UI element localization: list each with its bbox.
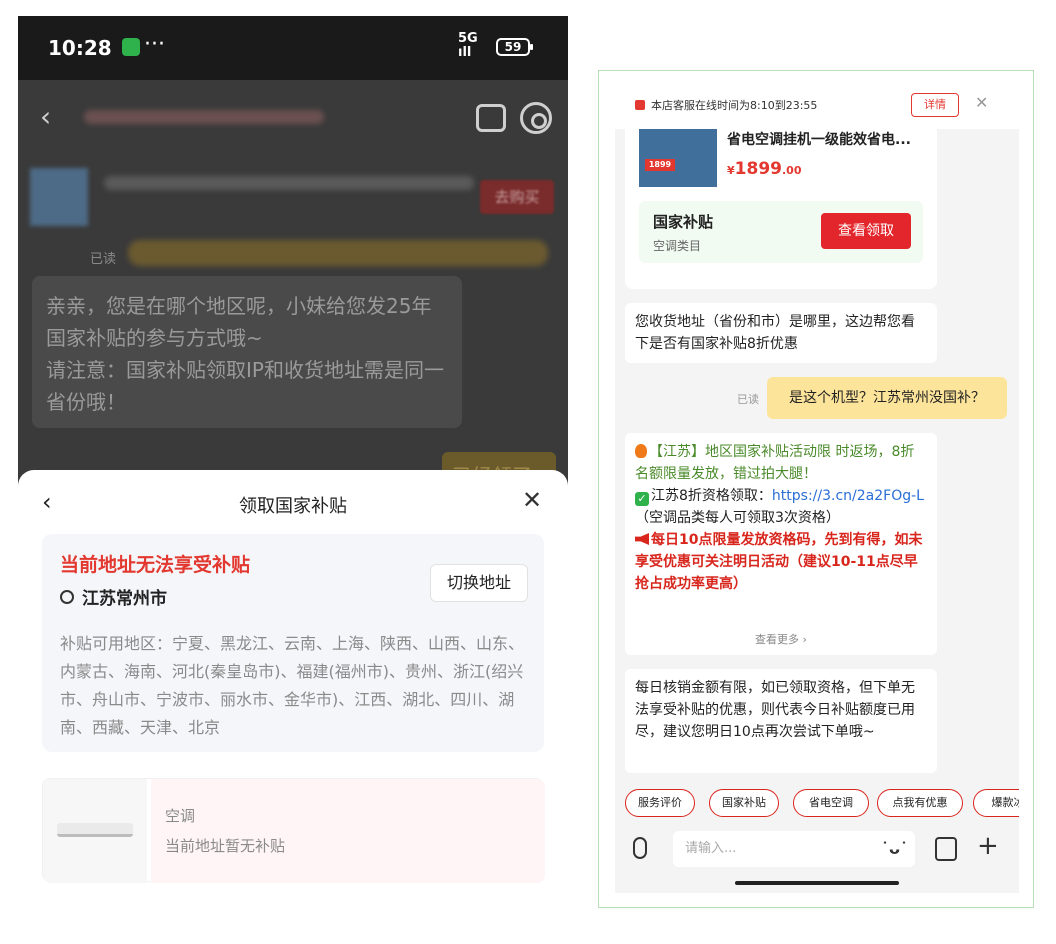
speaker-icon [635,100,645,110]
switch-address-button[interactable]: 切换地址 [430,564,528,602]
shop-name-blurred [84,110,324,124]
buy-button[interactable]: 去购买 [480,180,554,214]
read-label: 已读 [737,393,759,406]
close-icon[interactable]: ✕ [975,93,988,112]
megaphone-icon [635,533,649,545]
read-label: 已读 [90,252,117,267]
subsidy-sheet: ‹ 领取国家补贴 ✕ 当前地址无法享受补贴 江苏常州市 切换地址 补贴可用地区：… [18,470,568,916]
input-bar: 请输入... ˙ᴗ˙ + [615,827,1019,873]
status-dots: ··· [144,32,165,57]
item-info: 空调 当前地址暂无补贴 [151,779,545,883]
subsidy-category: 空调类目 [653,239,702,253]
product-title-blurred [104,176,474,190]
home-indicator [735,881,899,885]
quick-reply-1[interactable]: 国家补贴 [709,789,779,817]
network-type: 5G [458,31,478,46]
price-integer: 1899 [734,159,782,179]
view-more-link[interactable]: 查看更多 › [625,629,937,651]
plus-icon[interactable]: + [977,831,999,861]
quick-replies: 服务评价 国家补贴 省电空调 点我有优惠 爆款冰 [615,789,1019,823]
agent-promo-message: 【江苏】地区国家补贴活动限 时返场，8折名额限量发放，错过拍大腿！ ✓ 江苏8折资… [625,433,937,655]
quick-reply-2[interactable]: 省电空调 [793,789,869,817]
product-thumbnail[interactable] [30,168,88,226]
product-item[interactable]: 空调 当前地址暂无补贴 [42,778,545,883]
right-screenshot: 本店客服在线时间为8:10到23:55 详情 ✕ 1899 省电空调挂机一级能效… [598,70,1034,908]
sheet-title: 领取国家补贴 [239,496,347,517]
price-decimal: .00 [781,164,802,177]
emoji-icon[interactable]: ˙ᴗ˙ [881,839,908,858]
status-time: 10:28 [48,36,112,60]
chat-background: ‹ 去购买 已读 亲亲，您是在哪个地区呢，小妹给您发25年国家补贴的参与方式哦~… [18,80,568,492]
air-conditioner-icon [57,823,133,837]
address-card: 当前地址无法享受补贴 江苏常州市 切换地址 补贴可用地区：宁夏、黑龙江、云南、上… [42,534,544,752]
agent-message: 每日核销金额有限，如已领取资格，但下单无法享受补贴的优惠，则代表今日补贴额度已用… [625,669,937,773]
view-claim-button[interactable]: 查看领取 [821,213,911,249]
item-category: 空调 [165,807,196,825]
product-price: ¥1899.00 [727,159,801,179]
quick-reply-0[interactable]: 服务评价 [625,789,695,817]
settings-icon[interactable] [520,102,552,134]
agent-message: 您收货地址（省份和市）是哪里，这边帮您看下是否有国家补贴8折优惠 [625,303,937,363]
location-icon [60,590,74,604]
message-input[interactable]: 请输入... [673,831,915,867]
notice-bar: 本店客服在线时间为8:10到23:55 详情 ✕ [615,85,1019,129]
left-screenshot: 10:28 ··· 5G ıll 59 ‹ 去购买 已读 亲亲，您是在哪个地区呢，… [18,16,568,916]
promo-warning: 每日10点限量发放资格码，先到有得，如未享受优惠可关注明日活动（建议10-11点… [635,532,923,592]
chat-area: 本店客服在线时间为8:10到23:55 详情 ✕ 1899 省电空调挂机一级能效… [615,85,1019,893]
store-icon[interactable] [476,104,506,132]
subsidy-block: 国家补贴 空调类目 查看领取 [639,201,923,263]
subsidy-title: 国家补贴 [653,213,714,231]
warning-text: 当前地址无法享受补贴 [60,554,251,576]
battery-indicator: 59 [496,38,533,56]
price-symbol: ¥ [727,164,735,177]
detail-button[interactable]: 详情 [911,93,959,117]
product-card[interactable]: 1899 省电空调挂机一级能效省电... ¥1899.00 国家补贴 空调类目 … [625,129,937,289]
network-indicator: 5G ıll [458,31,478,60]
promo-link-note: （空调品类每人可领取3次资格） [635,510,840,526]
quick-reply-4[interactable]: 爆款冰 [973,789,1019,817]
back-icon[interactable]: ‹ [40,100,51,133]
regions-text: 补贴可用地区：宁夏、黑龙江、云南、上海、陕西、山西、山东、内蒙古、海南、河北(秦… [60,634,525,737]
product-name: 省电空调挂机一级能效省电... [727,132,911,148]
blurred-message [128,240,548,266]
chat-message: 亲亲，您是在哪个地区呢，小妹给您发25年国家补贴的参与方式哦~ 请注意：国家补贴… [32,276,462,428]
wechat-icon [122,38,140,56]
city-label: 江苏常州市 [82,589,167,609]
close-icon[interactable]: ✕ [522,486,542,514]
status-bar: 10:28 ··· 5G ıll 59 [18,16,568,80]
product-thumbnail [43,779,147,883]
shopping-bag-icon[interactable] [935,837,957,861]
product-image: 1899 [639,129,717,187]
user-message: 是这个机型？江苏常州没国补？ [767,377,1007,419]
item-status: 当前地址暂无补贴 [165,837,286,855]
quick-reply-3[interactable]: 点我有优惠 [877,789,963,817]
notice-text: 本店客服在线时间为8:10到23:55 [651,99,818,112]
promo-link-label: 江苏8折资格领取： [651,488,772,504]
microphone-icon[interactable] [633,837,647,859]
price-badge: 1899 [645,159,675,171]
fire-icon [635,444,647,458]
check-icon: ✓ [635,492,649,506]
promo-link[interactable]: https://3.cn/2a2FOg-L [772,488,924,504]
message-text: 亲亲，您是在哪个地区呢，小妹给您发25年国家补贴的参与方式哦~ 请注意：国家补贴… [46,294,444,414]
promo-headline: 【江苏】地区国家补贴活动限 时返场，8折名额限量发放，错过拍大腿！ [635,444,915,482]
